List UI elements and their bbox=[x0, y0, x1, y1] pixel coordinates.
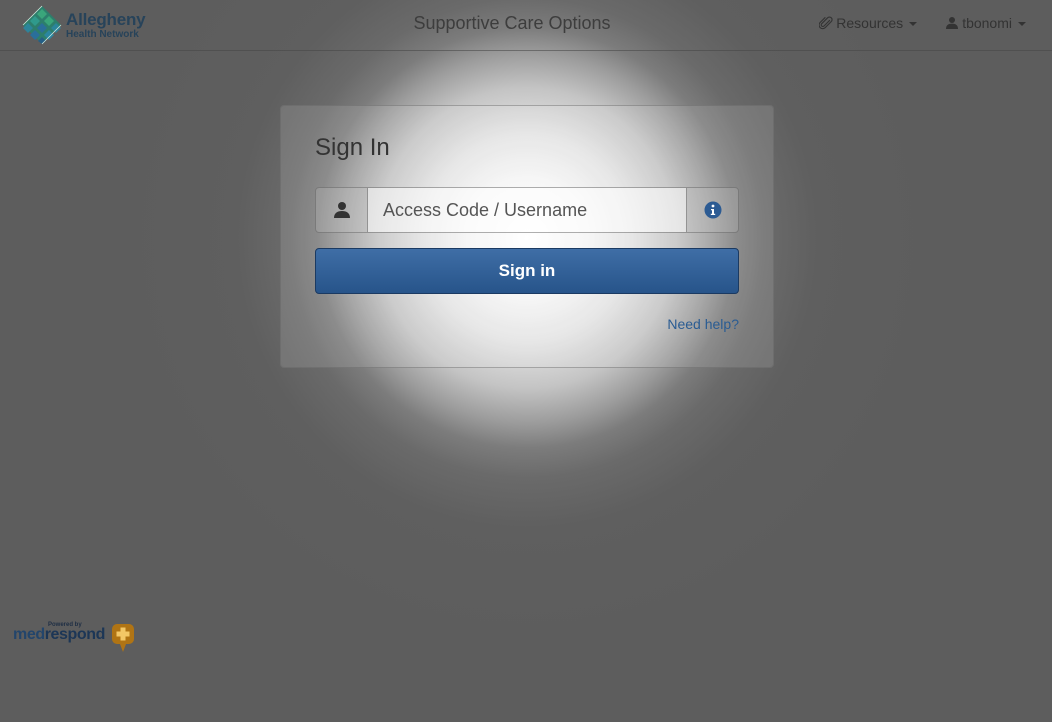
user-icon bbox=[333, 202, 350, 218]
medrespond-logo: Powered by medrespond bbox=[13, 622, 138, 654]
chevron-down-icon bbox=[1018, 22, 1026, 26]
resources-label: Resources bbox=[836, 15, 904, 31]
sign-in-button[interactable]: Sign in bbox=[315, 248, 739, 294]
chevron-down-icon bbox=[909, 22, 918, 26]
username-addon bbox=[316, 188, 368, 232]
medrespond-wordmark: medrespond bbox=[13, 626, 106, 643]
username-label: tbonomi bbox=[962, 15, 1012, 31]
username-input-group bbox=[315, 187, 739, 233]
need-help-link[interactable]: Need help? bbox=[667, 316, 739, 332]
top-navbar: Allegheny Health Network Supportive Care… bbox=[0, 0, 1052, 51]
medrespond-cross-icon bbox=[112, 624, 134, 652]
user-icon bbox=[946, 17, 959, 29]
page: Allegheny Health Network Supportive Care… bbox=[0, 0, 1052, 722]
sign-in-panel: Sign In Sign in Need help? bbox=[280, 105, 774, 368]
info-button[interactable] bbox=[686, 188, 738, 232]
user-dropdown[interactable]: tbonomi bbox=[945, 15, 1026, 31]
sign-in-heading: Sign In bbox=[315, 134, 390, 161]
resources-dropdown[interactable]: Resources bbox=[819, 15, 918, 31]
paperclip-icon bbox=[819, 16, 833, 30]
info-icon bbox=[704, 201, 721, 219]
nav-right-menu: Resources tbonomi bbox=[819, 15, 1026, 31]
username-input[interactable] bbox=[368, 188, 686, 232]
